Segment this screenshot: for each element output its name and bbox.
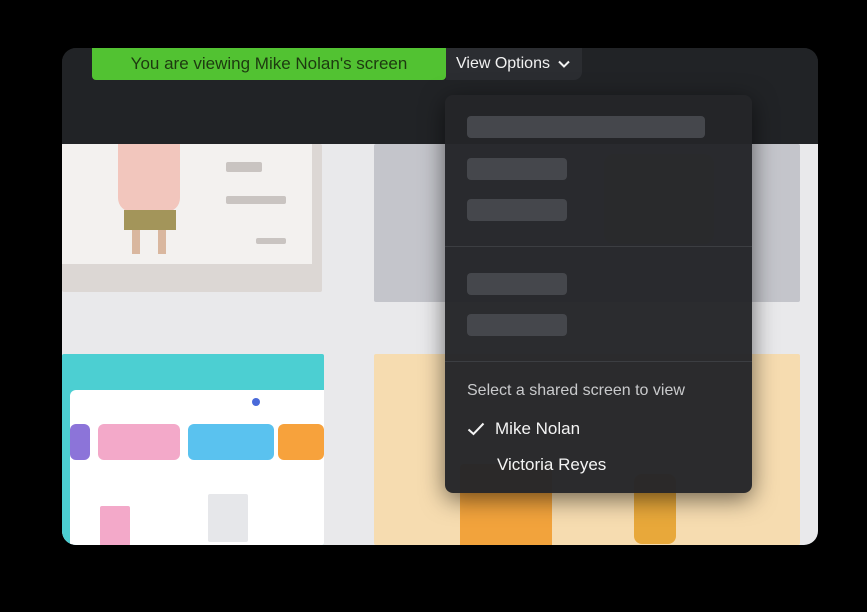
card-purple xyxy=(70,424,90,460)
model-leg xyxy=(132,230,140,254)
screen-option-mike-nolan[interactable]: Mike Nolan xyxy=(467,416,580,442)
view-options-button[interactable]: View Options xyxy=(446,48,582,80)
thumb-card xyxy=(100,506,130,545)
model-figure xyxy=(118,144,180,212)
screen-option-label: Victoria Reyes xyxy=(497,455,607,474)
card-pink xyxy=(98,424,180,460)
viewing-banner: You are viewing Mike Nolan's screen xyxy=(92,48,446,80)
view-options-menu: Select a shared screen to view Mike Nola… xyxy=(445,95,752,493)
add-to-cart-bar xyxy=(226,196,286,204)
pager-dots xyxy=(256,238,286,244)
dashboard-panel xyxy=(70,390,324,545)
player-card xyxy=(208,494,248,542)
menu-placeholder-item[interactable] xyxy=(467,158,567,180)
model-skirt xyxy=(124,210,176,230)
view-options-label: View Options xyxy=(456,55,550,72)
menu-placeholder-item[interactable] xyxy=(467,199,567,221)
menu-placeholder-item[interactable] xyxy=(467,116,705,138)
card-blue xyxy=(188,424,274,460)
card-orange xyxy=(278,424,324,460)
checkmark-icon xyxy=(467,422,485,436)
menu-placeholder-item[interactable] xyxy=(467,273,567,295)
model-leg xyxy=(158,230,166,254)
thumbnail-fashion xyxy=(62,144,322,292)
screen-option-victoria-reyes[interactable]: Victoria Reyes xyxy=(467,452,606,478)
menu-divider xyxy=(445,246,752,247)
shared-screen-heading: Select a shared screen to view xyxy=(467,382,685,399)
chevron-down-icon xyxy=(558,60,570,68)
product-card xyxy=(62,144,312,264)
menu-divider xyxy=(445,361,752,362)
thumbnail-dashboard xyxy=(62,354,324,545)
size-selector xyxy=(226,162,262,172)
avatar xyxy=(252,398,260,406)
screen-option-label: Mike Nolan xyxy=(495,419,581,438)
menu-placeholder-item[interactable] xyxy=(467,314,567,336)
